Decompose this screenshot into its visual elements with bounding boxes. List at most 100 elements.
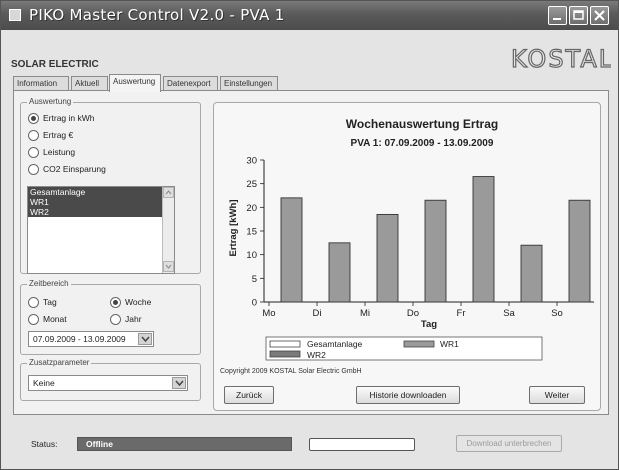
date-range-value: 07.09.2009 - 13.09.2009	[33, 334, 126, 344]
status-label: Status:	[31, 439, 58, 449]
bar-di	[328, 242, 351, 303]
history-download-button[interactable]: Historie downloaden	[356, 386, 460, 404]
chart-subtitle: PVA 1: 07.09.2009 - 13.09.2009	[351, 138, 494, 149]
legend-label-wr1: WR1	[440, 339, 459, 349]
tab-panel-auswertung: Auswertung Ertrag in kWh Ertrag € Leistu…	[13, 90, 609, 415]
chevron-down-icon	[175, 380, 184, 387]
x-tick-label: Di	[313, 308, 322, 319]
listbox-scrollbar[interactable]	[162, 187, 174, 273]
auswertung-group-label: Auswertung	[27, 97, 74, 106]
x-tick-label: Sa	[503, 308, 515, 319]
tab-aktuell[interactable]: Aktuell	[71, 76, 108, 91]
radio-co2[interactable]: CO2 Einsparung	[28, 164, 106, 176]
bar-fr	[472, 176, 495, 303]
radio-ertrag-kwh-label: Ertrag in kWh	[43, 113, 95, 123]
chart-legend: Gesamtanlage WR1 WR2	[265, 336, 543, 361]
legend-label-gesamtanlage: Gesamtanlage	[307, 339, 363, 349]
tab-information[interactable]: Information	[13, 76, 69, 91]
zusatzparameter-select[interactable]: Keine	[28, 375, 188, 391]
y-tick-label: 30	[246, 156, 257, 167]
x-tick-label: Mi	[360, 308, 370, 319]
radio-leistung[interactable]: Leistung	[28, 147, 75, 159]
list-item[interactable]: WR2	[28, 207, 162, 217]
chart-panel: Wochenauswertung Ertrag PVA 1: 07.09.200…	[213, 102, 601, 411]
x-axis-ticks: Mo Di Mi Do Fr Sa So	[262, 302, 563, 319]
radio-tag-label: Tag	[43, 297, 57, 307]
radio-jahr[interactable]: Jahr	[110, 314, 142, 326]
select-dropdown-button[interactable]	[172, 377, 186, 389]
calendar-dropdown-button[interactable]	[138, 333, 152, 345]
radio-unchecked-icon	[28, 147, 39, 158]
status-value: Offline	[86, 439, 113, 449]
bar-sa	[520, 244, 543, 303]
radio-checked-icon	[110, 297, 121, 308]
inverter-listbox[interactable]: Gesamtanlage WR1 WR2	[27, 186, 175, 274]
chevron-down-icon	[165, 264, 172, 269]
radio-ertrag-kwh[interactable]: Ertrag in kWh	[28, 113, 95, 125]
close-button[interactable]	[590, 6, 609, 25]
y-tick-label: 20	[246, 203, 257, 214]
chart-bars	[280, 176, 591, 303]
y-axis-label: Ertrag [kWh]	[228, 200, 239, 257]
y-tick-label: 0	[252, 298, 257, 309]
radio-woche[interactable]: Woche	[110, 297, 151, 309]
back-button[interactable]: Zurück	[224, 386, 274, 404]
zusatzparameter-group-label: Zusatzparameter	[27, 358, 92, 367]
copyright-text: Copyright 2009 KOSTAL Solar Electric Gmb…	[220, 368, 362, 375]
weekly-yield-chart: Wochenauswertung Ertrag PVA 1: 07.09.200…	[228, 117, 594, 361]
list-item[interactable]: Gesamtanlage	[28, 187, 162, 197]
y-tick-label: 5	[252, 274, 257, 285]
radio-woche-label: Woche	[125, 297, 152, 307]
maximize-icon	[573, 10, 584, 20]
minimize-button[interactable]	[548, 6, 567, 25]
x-tick-label: So	[551, 308, 563, 319]
y-axis-ticks: 0 5 10 15 20 25 30	[246, 156, 264, 309]
legend-swatch-gesamtanlage	[269, 340, 301, 348]
tab-auswertung[interactable]: Auswertung	[109, 74, 161, 92]
radio-monat-label: Monat	[43, 314, 67, 324]
radio-tag[interactable]: Tag	[28, 297, 57, 309]
legend-swatch-wr2	[269, 350, 301, 358]
chevron-up-icon	[165, 190, 172, 195]
zusatzparameter-group: Zusatzparameter Keine	[20, 358, 201, 401]
zusatzparameter-value: Keine	[33, 378, 55, 388]
minimize-icon	[553, 18, 561, 20]
scroll-up-button[interactable]	[163, 187, 174, 198]
legend-label-wr2: WR2	[307, 350, 326, 360]
radio-checked-icon	[28, 113, 39, 124]
chevron-down-icon	[141, 336, 150, 343]
app-window: PIKO Master Control V2.0 - PVA 1 SOLAR E…	[0, 0, 619, 470]
auswertung-group: Auswertung Ertrag in kWh Ertrag € Leistu…	[20, 97, 201, 274]
radio-unchecked-icon	[28, 130, 39, 141]
tab-einstellungen[interactable]: Einstellungen	[220, 76, 278, 91]
radio-jahr-label: Jahr	[125, 314, 142, 324]
legend-swatch-wr1	[403, 340, 435, 348]
title-bar[interactable]: PIKO Master Control V2.0 - PVA 1	[1, 1, 618, 30]
bar-so	[568, 199, 591, 303]
radio-ertrag-euro-label: Ertrag €	[43, 130, 74, 140]
close-icon	[594, 10, 605, 21]
window-title: PIKO Master Control V2.0 - PVA 1	[29, 6, 285, 24]
radio-unchecked-icon	[28, 164, 39, 175]
x-axis-label: Tag	[421, 319, 437, 330]
y-tick-label: 15	[246, 227, 257, 238]
radio-monat[interactable]: Monat	[28, 314, 67, 326]
x-tick-label: Do	[407, 308, 419, 319]
zeitbereich-group-label: Zeitbereich	[27, 279, 71, 288]
bar-do	[424, 199, 447, 303]
radio-leistung-label: Leistung	[43, 147, 76, 157]
radio-ertrag-euro[interactable]: Ertrag €	[28, 130, 73, 142]
status-indicator: Offline	[77, 437, 292, 451]
logo-text: KOSTAL	[511, 45, 611, 71]
tab-datenexport[interactable]: Datenexport	[163, 76, 218, 91]
maximize-button[interactable]	[569, 6, 588, 25]
cancel-download-button[interactable]: Download unterbrechen	[456, 435, 562, 452]
radio-unchecked-icon	[28, 314, 39, 325]
kostal-logo: KOSTAL	[510, 45, 611, 71]
list-item[interactable]: WR1	[28, 197, 162, 207]
radio-co2-label: CO2 Einsparung	[43, 164, 106, 174]
scroll-down-button[interactable]	[163, 261, 174, 272]
date-range-picker[interactable]: 07.09.2009 - 13.09.2009	[28, 331, 154, 347]
chart-title: Wochenauswertung Ertrag	[346, 117, 498, 131]
next-button[interactable]: Weiter	[529, 386, 585, 404]
